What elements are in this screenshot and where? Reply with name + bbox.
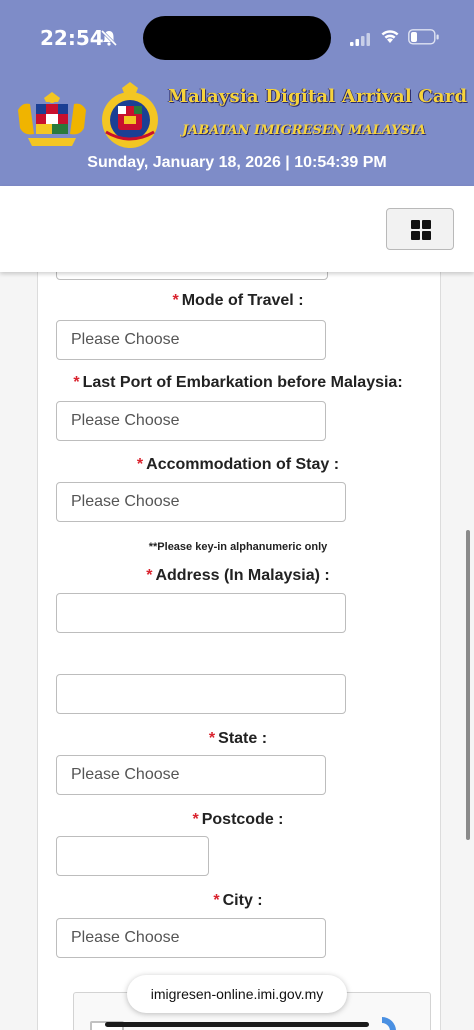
required-marker: * — [208, 730, 216, 747]
malaysia-coat-of-arms-logo — [18, 92, 86, 146]
bell-slash-icon — [100, 29, 118, 47]
required-marker: * — [136, 456, 144, 473]
required-marker: * — [172, 292, 179, 309]
current-datetime: Sunday, January 18, 2026 | 10:54:39 PM — [87, 154, 387, 171]
grid-menu-button[interactable] — [386, 208, 454, 250]
immigration-emblem-logo — [102, 82, 158, 148]
app-title: Malaysia Digital Arrival Card — [168, 86, 468, 107]
city-label: * City : — [213, 892, 263, 909]
required-marker: * — [146, 567, 153, 584]
form-scroll-area[interactable]: * Mode of Travel : Please Choose * Last Po… — [0, 272, 474, 1030]
recaptcha-icon — [382, 1017, 396, 1030]
city-select[interactable]: Please Choose — [56, 918, 326, 958]
department-name: JABATAN IMIGRESEN MALAYSIA — [182, 123, 427, 138]
home-indicator[interactable] — [105, 1022, 369, 1027]
address-line2-input[interactable] — [56, 674, 346, 714]
accommodation-select[interactable]: Please Choose — [56, 482, 346, 522]
mode-of-travel-label: * Mode of Travel : — [172, 292, 304, 309]
address-line1-input[interactable] — [56, 593, 346, 633]
battery-icon — [408, 29, 439, 45]
dynamic-island — [143, 16, 331, 60]
postcode-input[interactable] — [56, 836, 209, 876]
address-label: * Address (In Malaysia) : — [146, 567, 330, 584]
previous-field-edge[interactable] — [56, 272, 328, 280]
accommodation-label: * Accommodation of Stay : — [136, 456, 340, 473]
status-time: 22:54 — [40, 26, 104, 50]
state-label: * State : — [208, 730, 268, 747]
browser-url-bar[interactable]: imigresen-online.imi.gov.my — [127, 975, 347, 1013]
required-marker: * — [213, 892, 220, 909]
page-scrollbar[interactable] — [466, 530, 470, 840]
app-header: 22:54 Malaysia Digital Arrival Card JABA… — [0, 0, 474, 186]
navbar — [0, 186, 474, 272]
wifi-icon — [381, 30, 399, 43]
mode-of-travel-select[interactable]: Please Choose — [56, 320, 326, 360]
signal-icon — [350, 33, 370, 46]
last-port-label: * Last Port of Embarkation before Malaysi… — [73, 374, 403, 391]
required-marker: * — [73, 374, 80, 391]
required-marker: * — [192, 811, 199, 828]
state-select[interactable]: Please Choose — [56, 755, 326, 795]
last-port-select[interactable]: Please Choose — [56, 401, 326, 441]
postcode-label: * Postcode : — [192, 811, 284, 828]
address-note: **Please key-in alphanumeric only — [148, 541, 328, 553]
